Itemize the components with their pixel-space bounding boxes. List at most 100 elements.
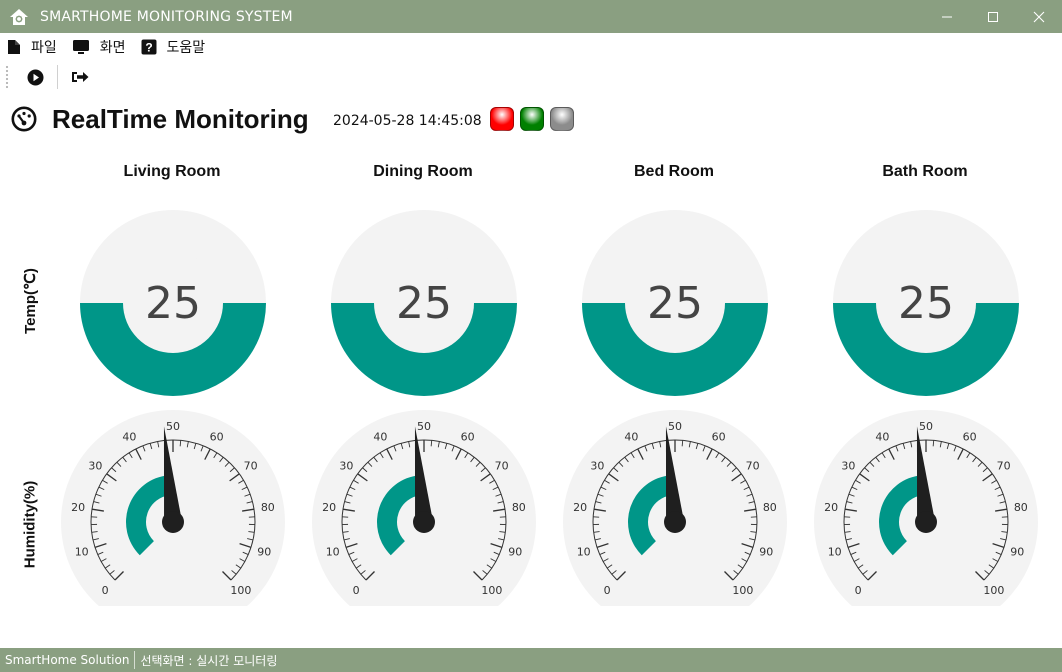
humidity-tick-label: 20	[824, 501, 838, 514]
humidity-needle-hub	[915, 511, 937, 533]
menu-file[interactable]: 파일	[7, 37, 57, 57]
humidity-tick-label: 10	[75, 546, 89, 559]
humidity-gauge-bath: 0 10 20 30 40 50 60 70 80 90 100	[814, 410, 1038, 606]
toolbar	[0, 61, 1062, 93]
humidity-tick-label: 0	[102, 584, 109, 597]
menu-file-label: 파일	[31, 39, 57, 56]
humidity-tick-label: 60	[963, 430, 977, 443]
temperature-gauge-dining: 25	[331, 210, 517, 396]
humidity-tick-label: 40	[122, 430, 136, 443]
toolbar-grip[interactable]	[5, 65, 9, 89]
temperature-value: 25	[396, 278, 452, 329]
page-title: RealTime Monitoring	[52, 104, 309, 134]
svg-text:?: ?	[145, 40, 152, 54]
status-led-red	[490, 107, 514, 131]
humidity-tick-label: 30	[88, 460, 102, 473]
smarthome-icon	[10, 8, 28, 25]
current-datetime: 2024-05-28 14:45:08	[333, 113, 482, 129]
humidity-tick-label: 70	[244, 460, 258, 473]
status-bar: SmartHome Solution 선택화면 : 실시간 모니터링	[0, 648, 1062, 672]
window-title: SMARTHOME MONITORING SYSTEM	[40, 8, 293, 25]
status-app-name: SmartHome Solution	[5, 653, 130, 667]
row-label-temperature: Temp(℃)	[22, 268, 39, 334]
humidity-tick-label: 60	[461, 430, 475, 443]
humidity-tick-label: 90	[257, 546, 271, 559]
room-label-bath: Bath Room	[882, 163, 968, 180]
humidity-tick-label: 80	[763, 501, 777, 514]
humidity-tick-label: 80	[261, 501, 275, 514]
menu-help[interactable]: ? 도움말	[141, 37, 206, 57]
humidity-minor-tick	[179, 440, 182, 447]
humidity-tick-label: 90	[508, 546, 522, 559]
monitoring-header: RealTime Monitoring 2024-05-28 14:45:08	[0, 98, 1062, 144]
humidity-tick-label: 0	[855, 584, 862, 597]
humidity-tick-label: 50	[166, 420, 180, 433]
humidity-tick-label: 0	[353, 584, 360, 597]
menu-help-label: 도움말	[166, 39, 206, 56]
toolbar-separator	[57, 65, 58, 89]
humidity-tick-label: 30	[339, 460, 353, 473]
maximize-icon	[988, 11, 998, 22]
humidity-gauge-living: 0 10 20 30 40 50 60 70 80 90 100	[61, 410, 285, 606]
status-led-gray	[550, 107, 574, 131]
humidity-tick-label: 30	[590, 460, 604, 473]
humidity-gauge-dining: 0 10 20 30 40 50 60 70 80 90 100	[312, 410, 536, 606]
temperature-gauge-living: 25	[80, 210, 266, 396]
humidity-tick-label: 50	[668, 420, 682, 433]
minimize-icon	[942, 16, 952, 17]
humidity-tick-label: 100	[481, 584, 502, 597]
room-label-dining: Dining Room	[373, 163, 473, 180]
humidity-tick-label: 10	[577, 546, 591, 559]
humidity-tick-label: 50	[417, 420, 431, 433]
humidity-tick-label: 100	[983, 584, 1004, 597]
humidity-tick-label: 70	[746, 460, 760, 473]
humidity-tick-label: 80	[1014, 501, 1028, 514]
temperature-gauge-bed: 25	[582, 210, 768, 396]
humidity-tick-label: 40	[624, 430, 638, 443]
humidity-tick-label: 20	[71, 501, 85, 514]
humidity-tick-label: 50	[919, 420, 933, 433]
menu-bar: 파일 화면 ? 도움말	[0, 33, 1062, 60]
humidity-tick-label: 90	[1010, 546, 1024, 559]
humidity-tick-label: 60	[712, 430, 726, 443]
play-circle-icon	[27, 69, 43, 85]
humidity-gauge-bed: 0 10 20 30 40 50 60 70 80 90 100	[563, 410, 787, 606]
sign-out-icon	[72, 72, 89, 82]
maximize-button[interactable]	[970, 0, 1016, 33]
humidity-tick-label: 10	[326, 546, 340, 559]
minimize-button[interactable]	[924, 0, 970, 33]
humidity-tick-label: 100	[732, 584, 753, 597]
room-label-bed: Bed Room	[634, 163, 714, 180]
start-monitoring-button[interactable]	[23, 65, 47, 89]
temperature-value: 25	[647, 278, 703, 329]
humidity-tick-label: 60	[210, 430, 224, 443]
monitor-icon	[72, 39, 89, 54]
humidity-tick-label: 0	[604, 584, 611, 597]
title-bar: SMARTHOME MONITORING SYSTEM	[0, 0, 1062, 33]
humidity-needle-hub	[413, 511, 435, 533]
humidity-tick-label: 40	[373, 430, 387, 443]
humidity-minor-tick	[430, 440, 433, 447]
temperature-gauge-bath: 25	[833, 210, 1019, 396]
humidity-tick-label: 20	[322, 501, 336, 514]
humidity-needle-hub	[162, 511, 184, 533]
row-label-humidity: Humidity(%)	[21, 480, 39, 569]
exit-button[interactable]	[68, 65, 92, 89]
menu-view[interactable]: 화면	[72, 37, 126, 57]
humidity-tick-label: 100	[230, 584, 251, 597]
status-current-screen: 선택화면 : 실시간 모니터링	[140, 653, 278, 668]
menu-view-label: 화면	[99, 39, 126, 56]
dashboard-gauge-icon	[11, 106, 37, 132]
humidity-tick-label: 90	[759, 546, 773, 559]
humidity-minor-tick	[932, 440, 935, 447]
temperature-value: 25	[898, 278, 954, 329]
humidity-tick-label: 40	[875, 430, 889, 443]
humidity-tick-label: 30	[841, 460, 855, 473]
close-button[interactable]	[1016, 0, 1062, 33]
file-icon	[8, 39, 20, 54]
humidity-tick-label: 10	[828, 546, 842, 559]
humidity-needle-hub	[664, 511, 686, 533]
humidity-minor-tick	[681, 440, 684, 447]
help-icon: ?	[141, 39, 157, 54]
humidity-tick-label: 20	[573, 501, 587, 514]
